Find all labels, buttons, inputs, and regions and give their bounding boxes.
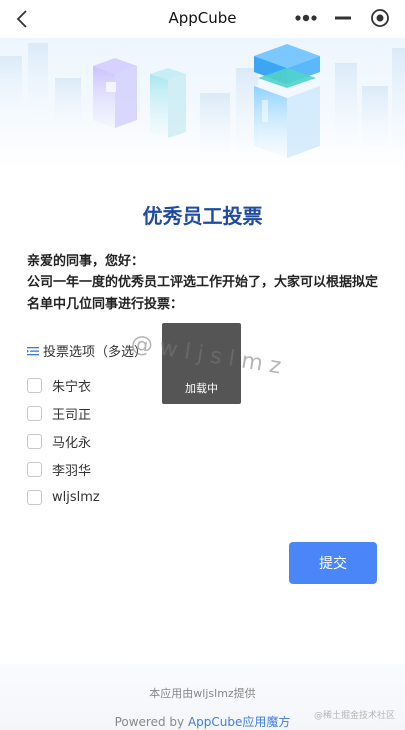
list-icon bbox=[27, 346, 39, 355]
checkbox[interactable] bbox=[27, 489, 42, 505]
corner-watermark: @稀土掘金技术社区 bbox=[313, 711, 395, 721]
option-label: 朱宁衣 bbox=[52, 379, 92, 395]
vote-option[interactable]: 朱宁衣 bbox=[27, 371, 100, 399]
vote-option[interactable]: 李羽华 bbox=[27, 455, 100, 483]
checkbox[interactable] bbox=[27, 461, 42, 477]
option-label: 马化永 bbox=[52, 435, 92, 451]
powered-by-label: Powered by bbox=[114, 715, 185, 729]
loading-toast: 加载中 bbox=[162, 323, 241, 404]
option-label: wljslmz bbox=[52, 489, 100, 505]
greeting-text: 亲爱的同事，您好： bbox=[27, 254, 145, 269]
vote-options: 朱宁衣 王司正 马化永 李羽华 wljslmz bbox=[27, 371, 100, 511]
page-title: 优秀员工投票 bbox=[142, 204, 263, 228]
navbar: AppCube bbox=[0, 0, 405, 38]
chevron-left-icon[interactable] bbox=[12, 8, 34, 30]
submit-button[interactable]: 提交 bbox=[289, 542, 377, 584]
option-label: 王司正 bbox=[52, 407, 92, 423]
checkbox[interactable] bbox=[27, 405, 42, 421]
option-label: 李羽华 bbox=[52, 463, 92, 479]
more-dots-icon[interactable] bbox=[287, 5, 324, 31]
vote-option[interactable]: 王司正 bbox=[27, 399, 100, 427]
vote-option[interactable]: wljslmz bbox=[27, 483, 100, 511]
footer: 本应用由wljslmz提供 Powered by AppCube应用魔方 @稀土… bbox=[0, 664, 405, 730]
vote-option[interactable]: 马化永 bbox=[27, 427, 100, 455]
vote-section-label: 投票选项（多选） bbox=[27, 341, 147, 360]
appcube-link[interactable]: AppCube应用魔方 bbox=[188, 715, 290, 729]
banner-illustration bbox=[0, 38, 405, 168]
intro-text: 公司一年一度的优秀员工评选工作开始了，大家可以根据拟定名单中几位同事进行投票： bbox=[27, 275, 379, 312]
loading-text: 加载中 bbox=[185, 382, 218, 395]
checkbox[interactable] bbox=[27, 377, 42, 393]
target-close-icon[interactable] bbox=[361, 5, 398, 31]
capsule-menu bbox=[287, 5, 399, 31]
footer-provider-text: 本应用由wljslmz提供 bbox=[149, 687, 256, 700]
minimize-icon[interactable] bbox=[324, 5, 361, 31]
checkbox[interactable] bbox=[27, 433, 42, 449]
vote-section-text: 投票选项（多选） bbox=[43, 345, 148, 360]
